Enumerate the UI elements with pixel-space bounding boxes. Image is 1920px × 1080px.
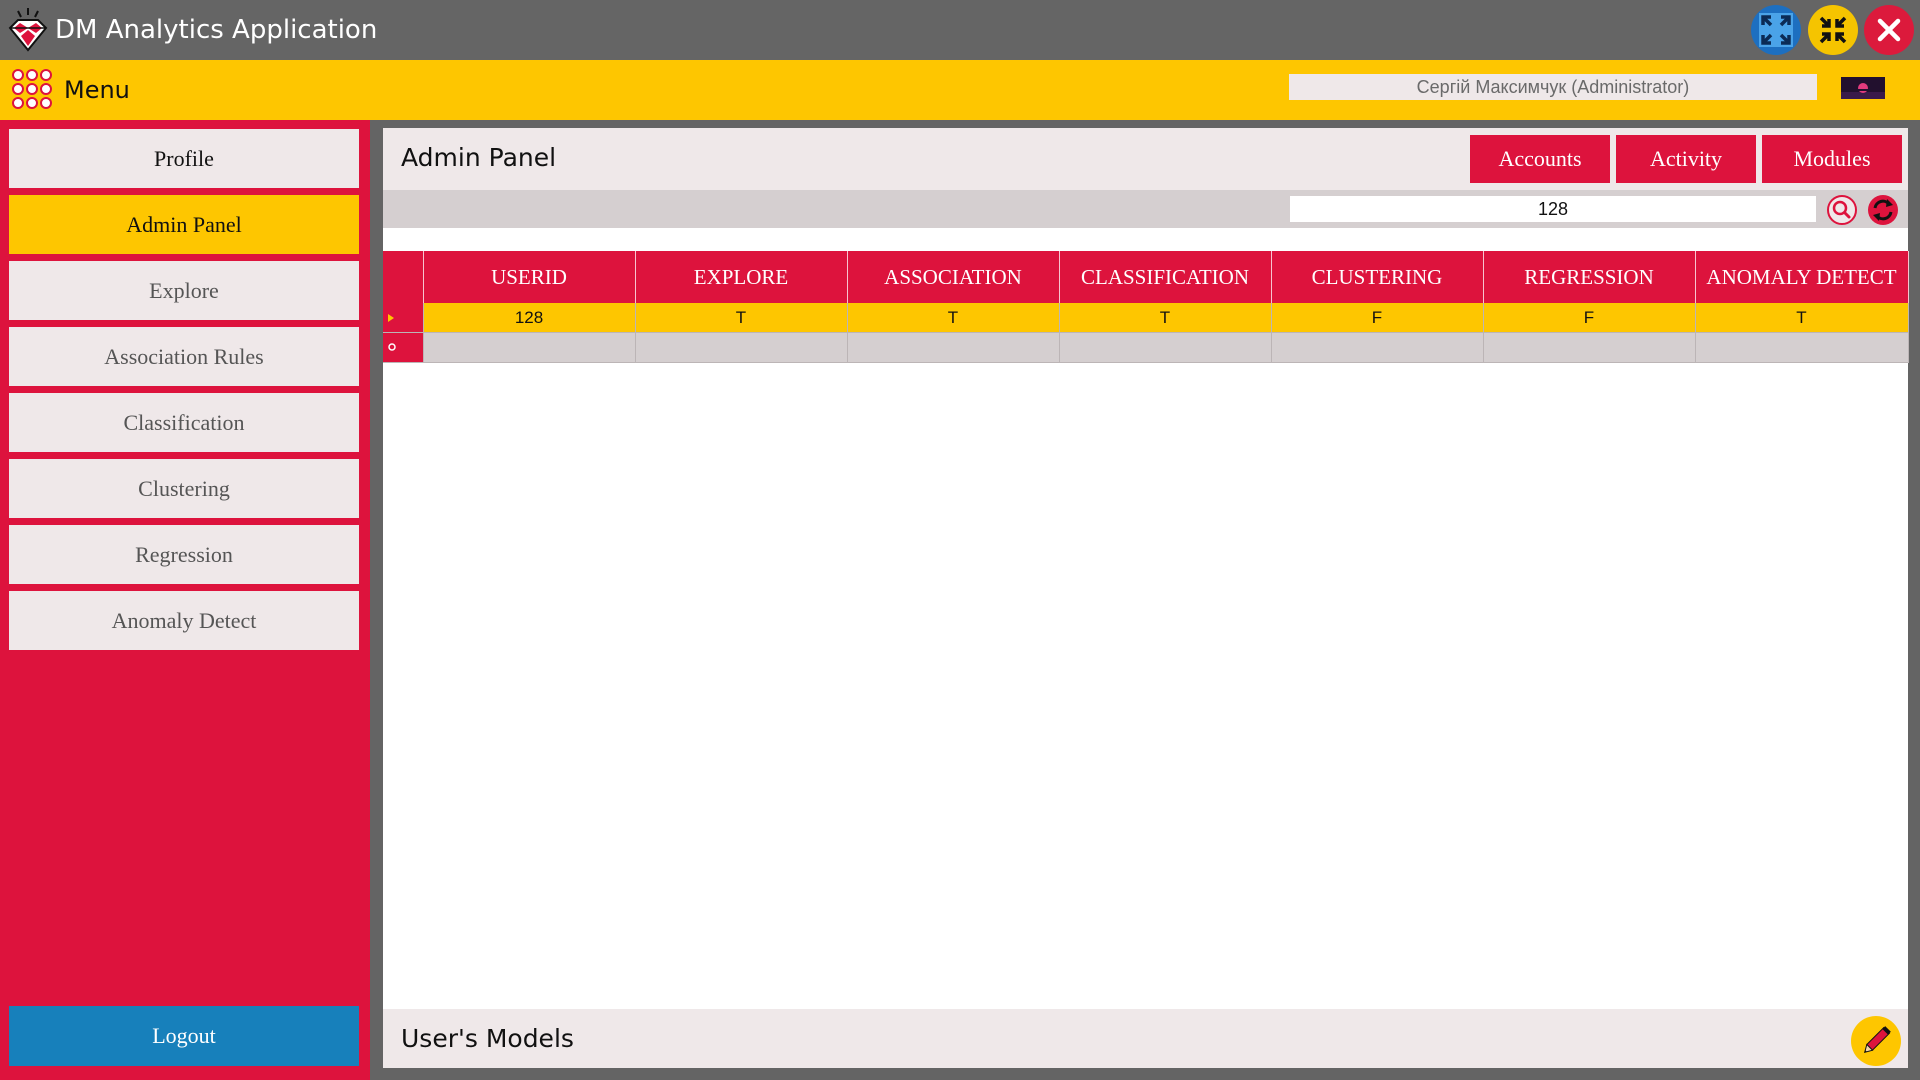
maximize-button[interactable] [1751,5,1801,55]
sidebar-item-admin-panel[interactable]: Admin Panel [9,195,359,254]
search-row: 128 [383,190,1908,228]
sidebar-item-profile[interactable]: Profile [9,129,359,188]
table-cell[interactable]: F [1271,303,1484,333]
table-cell[interactable]: T [635,303,848,333]
modules-table: USERID EXPLORE ASSOCIATION CLASSIFICATIO… [383,251,1909,363]
table-cell[interactable] [1271,332,1484,363]
app-title: DM Analytics Application [55,15,378,45]
refresh-icon[interactable] [1867,194,1899,226]
users-models-bar: User's Models [383,1009,1908,1068]
row-header-corner [383,251,424,303]
accounts-button[interactable]: Accounts [1470,135,1610,183]
diamond-logo-icon [8,8,48,52]
panel-header: Admin Panel Accounts Activity Modules [383,128,1908,190]
column-header[interactable]: ASSOCIATION [847,251,1060,303]
activity-button[interactable]: Activity [1616,135,1756,183]
column-header[interactable]: REGRESSION [1483,251,1696,303]
table-cell[interactable] [847,332,1060,363]
current-row-arrow-icon [388,314,394,322]
pencil-icon [1863,1026,1891,1054]
sidebar-item-anomaly-detect[interactable]: Anomaly Detect [9,591,359,650]
table-cell[interactable]: T [847,303,1060,333]
table-header-row: USERID EXPLORE ASSOCIATION CLASSIFICATIO… [383,251,1909,303]
language-flag-icon[interactable] [1841,77,1885,99]
new-row[interactable] [383,332,1909,363]
table-cell[interactable] [1483,332,1696,363]
table-cell[interactable] [423,332,636,363]
table-cell[interactable] [1059,332,1272,363]
users-models-title: User's Models [401,1024,574,1053]
page-title: Admin Panel [401,143,557,172]
table-cell[interactable]: T [1059,303,1272,333]
table-cell[interactable]: T [1695,303,1909,333]
sidebar-item-classification[interactable]: Classification [9,393,359,452]
sidebar-item-clustering[interactable]: Clustering [9,459,359,518]
column-header[interactable]: EXPLORE [635,251,848,303]
sidebar-item-association-rules[interactable]: Association Rules [9,327,359,386]
column-header[interactable]: USERID [423,251,636,303]
column-header[interactable]: CLASSIFICATION [1059,251,1272,303]
minimize-icon [1819,16,1847,44]
logout-button[interactable]: Logout [9,1006,359,1066]
row-selector[interactable] [383,332,424,363]
close-icon [1877,18,1901,42]
title-bar: DM Analytics Application [0,0,1920,60]
minimize-button[interactable] [1808,5,1858,55]
edit-button[interactable] [1851,1016,1901,1066]
modules-button[interactable]: Modules [1762,135,1902,183]
row-selector[interactable] [383,303,424,333]
search-input[interactable]: 128 [1290,196,1816,222]
table-cell[interactable] [635,332,848,363]
sidebar-item-regression[interactable]: Regression [9,525,359,584]
column-header[interactable]: ANOMALY DETECT [1695,251,1909,303]
menu-grid-icon[interactable] [11,68,53,110]
table-cell[interactable] [1695,332,1909,363]
sidebar: Profile Admin Panel Explore Association … [0,120,370,1080]
table-cell[interactable]: 128 [423,303,636,333]
close-button[interactable] [1864,5,1914,55]
menu-label[interactable]: Menu [64,76,130,104]
column-header[interactable]: CLUSTERING [1271,251,1484,303]
main-panel: Admin Panel Accounts Activity Modules 12… [383,128,1909,1068]
new-row-icon [388,343,396,351]
table-row[interactable]: 128 T T T F F T [383,303,1909,333]
table-cell[interactable]: F [1483,303,1696,333]
maximize-icon [1759,13,1793,47]
search-icon[interactable] [1826,194,1858,226]
current-user-field: Сергій Максимчук (Administrator) [1289,74,1817,100]
sidebar-item-explore[interactable]: Explore [9,261,359,320]
